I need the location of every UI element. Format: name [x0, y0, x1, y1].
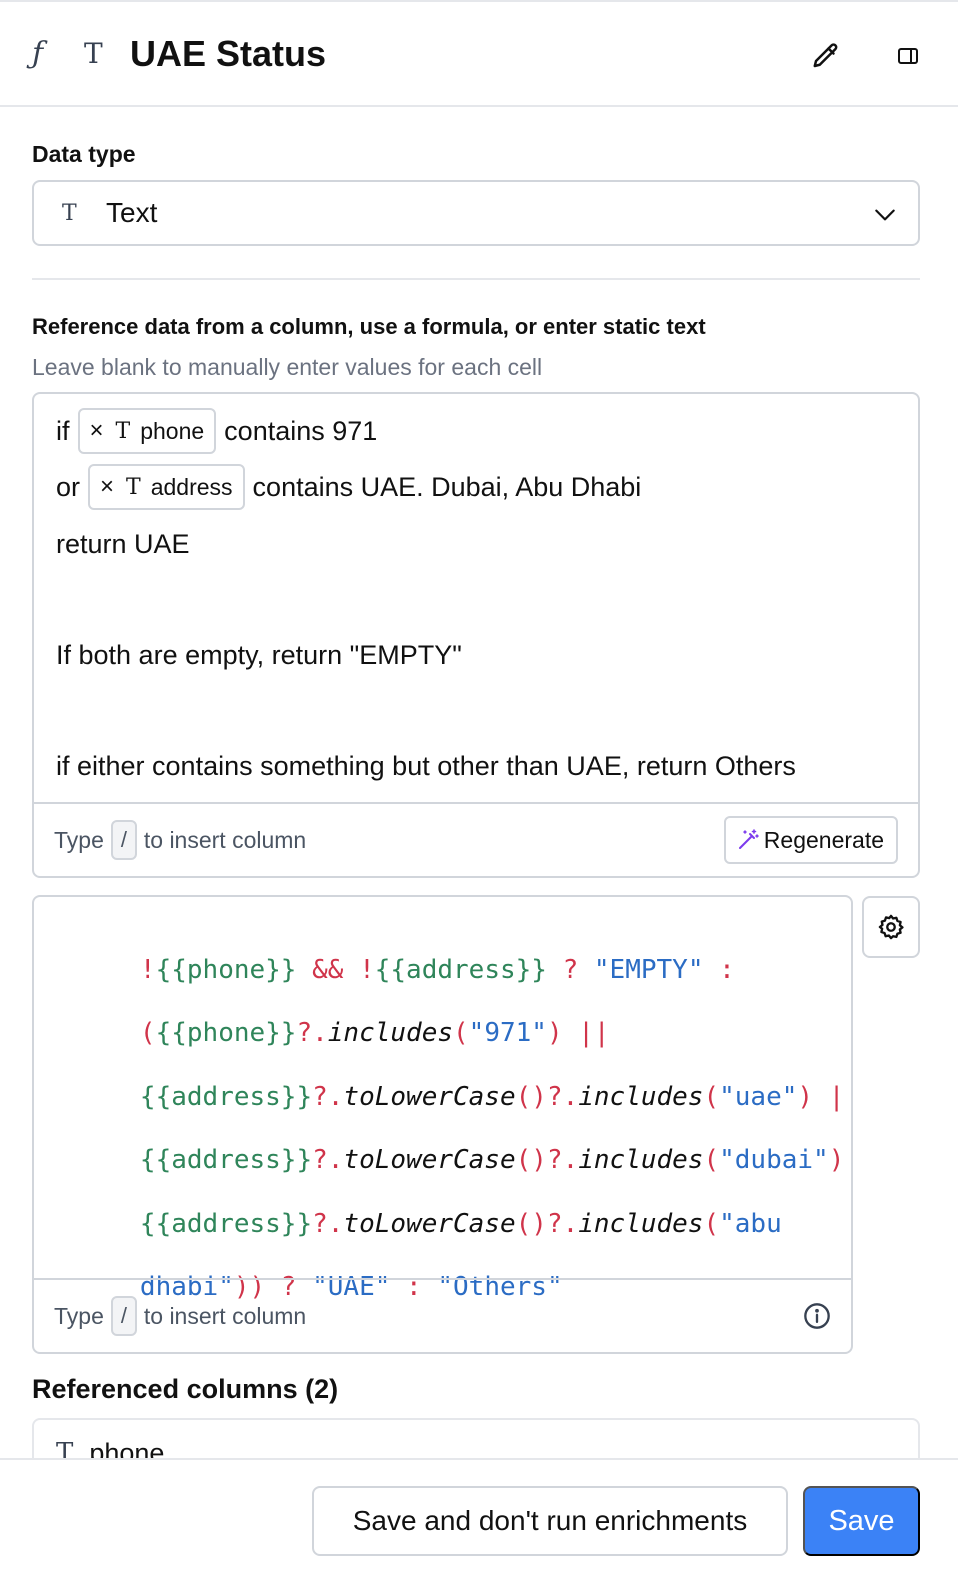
- prompt-line: if × T phone contains 971: [56, 408, 377, 454]
- regenerate-label: Regenerate: [763, 826, 884, 853]
- formula-editor-footer: Type / to insert column: [34, 1278, 851, 1352]
- column-title: UAE Status: [130, 32, 327, 74]
- text-type-icon: T: [115, 418, 131, 444]
- divider: [32, 278, 920, 280]
- chip-label: phone: [140, 417, 205, 444]
- slash-key: /: [110, 820, 137, 860]
- hint-text: Type: [54, 1302, 104, 1329]
- text-type-icon: T: [126, 474, 141, 500]
- chevron-down-icon: [875, 209, 895, 221]
- formula-editor[interactable]: !{{phone}} && !{{address}} ? "EMPTY" : (…: [32, 895, 853, 1354]
- panel-header: ƒ T UAE Status: [0, 0, 958, 107]
- chip-label: address: [150, 473, 233, 500]
- referenced-columns-title: Referenced columns (2): [32, 1374, 339, 1404]
- text-type-icon: T: [62, 200, 77, 226]
- formula-code[interactable]: !{{phone}} && !{{address}} ? "EMPTY" : (…: [46, 897, 851, 1302]
- sidebar-icon: [898, 48, 918, 64]
- prompt-editor[interactable]: if × T phone contains 971 or × T address…: [32, 392, 920, 878]
- prompt-text: if: [56, 415, 70, 446]
- prompt-line: or × T address contains UAE. Dubai, Abu …: [56, 464, 641, 510]
- remove-chip-icon[interactable]: ×: [90, 417, 104, 445]
- prompt-line: return UAE: [56, 528, 190, 559]
- regenerate-button[interactable]: Regenerate: [723, 816, 898, 864]
- data-type-value: Text: [106, 197, 158, 228]
- gear-icon: [878, 914, 904, 940]
- prompt-editor-footer: Type / to insert column Regenerate: [34, 802, 918, 876]
- code-line: dhabi")) ? "UAE" : "Others": [139, 1272, 563, 1302]
- reference-subtitle: Leave blank to manually enter values for…: [32, 354, 543, 380]
- slash-key: /: [110, 1296, 137, 1336]
- prompt-line: If both are empty, return "EMPTY": [56, 639, 462, 670]
- code-line: {{address}}?.toLowerCase()?.includes("du…: [139, 1145, 845, 1175]
- magic-wand-icon: [738, 829, 759, 849]
- code-line: ({{phone}}?.includes("971") ||: [139, 1018, 610, 1048]
- hint-text: to insert column: [143, 1302, 307, 1329]
- prompt-text: contains 971: [224, 415, 378, 446]
- column-chip-phone[interactable]: × T phone: [77, 408, 217, 454]
- pencil-icon: [813, 43, 838, 68]
- data-type-select[interactable]: T Text: [32, 180, 920, 246]
- save-without-run-button[interactable]: Save and don't run enrichments: [312, 1486, 788, 1556]
- edit-button[interactable]: [806, 36, 846, 76]
- code-line: {{address}}?.toLowerCase()?.includes("ua…: [139, 1082, 851, 1112]
- prompt-line: if either contains something but other t…: [56, 750, 796, 781]
- prompt-text: contains UAE. Dubai, Abu Dhabi: [252, 471, 642, 502]
- formula-settings-button[interactable]: [862, 896, 920, 958]
- code-line: {{address}}?.toLowerCase()?.includes("ab…: [139, 1209, 782, 1239]
- reference-title: Reference data from a column, use a form…: [32, 314, 706, 339]
- code-line: !{{phone}} && !{{address}} ? "EMPTY" :: [139, 955, 735, 985]
- column-chip-address[interactable]: × T address: [88, 464, 245, 510]
- toggle-panel-button[interactable]: [888, 36, 928, 76]
- hint-text: to insert column: [143, 826, 307, 853]
- prompt-editor-body[interactable]: if × T phone contains 971 or × T address…: [34, 394, 918, 804]
- function-icon: ƒ: [32, 36, 44, 71]
- hint-text: Type: [54, 826, 104, 853]
- action-footer: Save and don't run enrichments Save: [0, 1458, 958, 1578]
- info-icon[interactable]: [803, 1302, 831, 1330]
- prompt-text: or: [56, 471, 81, 502]
- remove-chip-icon[interactable]: ×: [100, 473, 114, 501]
- save-button[interactable]: Save: [803, 1486, 920, 1556]
- data-type-label: Data type: [32, 141, 136, 167]
- text-type-icon: T: [84, 37, 103, 70]
